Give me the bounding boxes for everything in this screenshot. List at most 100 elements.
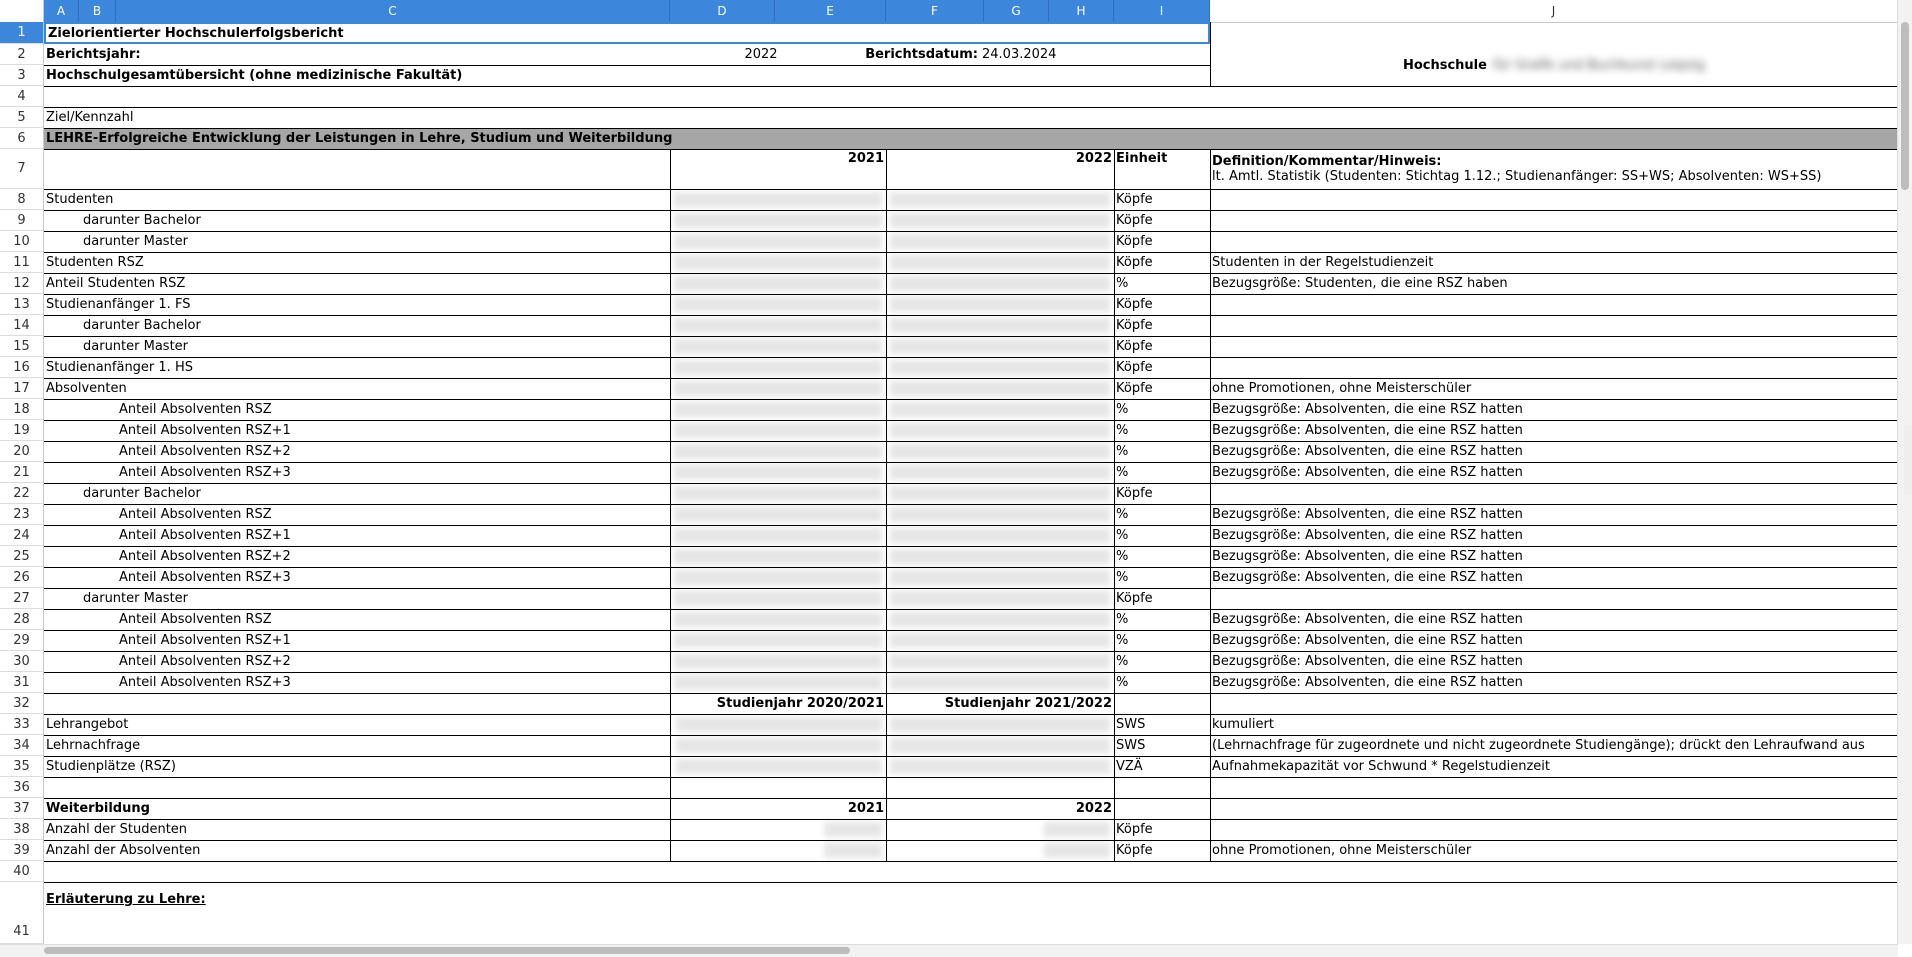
comment-cell[interactable]: Bezugsgröße: Absolventen, die eine RSZ h…: [1210, 609, 1898, 630]
comment-cell[interactable]: [1210, 210, 1898, 231]
row-label-cell[interactable]: Studienanfänger 1. HS: [44, 357, 670, 378]
year2-header-cell[interactable]: 2022: [886, 149, 1114, 189]
row-label-cell[interactable]: Anteil Absolventen RSZ+3: [44, 672, 670, 693]
row-header-35[interactable]: 35: [0, 756, 43, 777]
comment-cell[interactable]: [1210, 819, 1898, 840]
row-header-30[interactable]: 30: [0, 651, 43, 672]
redacted-value-2022[interactable]: [890, 339, 1110, 354]
year1-header-cell[interactable]: 2021: [670, 149, 886, 189]
redacted-value-2022[interactable]: [890, 486, 1110, 501]
redacted-value-2021[interactable]: [824, 822, 882, 837]
redacted-value-2021[interactable]: [674, 339, 882, 354]
redacted-value-2021[interactable]: [674, 276, 882, 291]
redacted-value-2021[interactable]: [674, 675, 882, 690]
report-title-cell[interactable]: Zielorientierter Hochschulerfolgsbericht: [44, 22, 1210, 44]
row-label-cell[interactable]: darunter Master: [44, 588, 670, 609]
row-label-cell[interactable]: Anteil Absolventen RSZ+3: [44, 567, 670, 588]
row-label-cell[interactable]: Anteil Absolventen RSZ+3: [44, 462, 670, 483]
row-header-27[interactable]: 27: [0, 588, 43, 609]
unit-cell[interactable]: %: [1114, 525, 1210, 546]
berichtsjahr-value-cell[interactable]: 2022: [670, 44, 852, 65]
row-label-cell[interactable]: Anteil Absolventen RSZ+2: [44, 441, 670, 462]
row-header-13[interactable]: 13: [0, 294, 43, 315]
redacted-value-2022[interactable]: [890, 738, 1110, 753]
select-all-corner[interactable]: [0, 0, 44, 22]
row-header-31[interactable]: 31: [0, 672, 43, 693]
redacted-value-2022[interactable]: [1044, 843, 1110, 858]
row-header-8[interactable]: 8: [0, 189, 43, 210]
redacted-value-2022[interactable]: [890, 717, 1110, 732]
row-label-cell[interactable]: Anteil Absolventen RSZ+1: [44, 420, 670, 441]
redacted-value-2022[interactable]: [890, 612, 1110, 627]
redacted-value-2022[interactable]: [890, 654, 1110, 669]
unit-header-cell[interactable]: Einheit: [1114, 149, 1210, 189]
redacted-value-2022[interactable]: [890, 276, 1110, 291]
subtitle-cell[interactable]: Hochschulgesamtübersicht (ohne medizinis…: [44, 65, 1210, 86]
redacted-value-2021[interactable]: [674, 528, 882, 543]
unit-cell[interactable]: %: [1114, 462, 1210, 483]
row-header-26[interactable]: 26: [0, 567, 43, 588]
row-header-20[interactable]: 20: [0, 441, 43, 462]
unit-cell[interactable]: VZÄ: [1114, 756, 1210, 777]
unit-cell[interactable]: Köpfe: [1114, 378, 1210, 399]
berichtsjahr-label-cell[interactable]: Berichtsjahr:: [44, 44, 670, 65]
row-label-cell[interactable]: darunter Master: [44, 231, 670, 252]
row-label-cell[interactable]: Absolventen: [44, 378, 670, 399]
unit-cell[interactable]: Köpfe: [1114, 294, 1210, 315]
row-header-4[interactable]: 4: [0, 86, 43, 107]
comment-cell[interactable]: [1210, 189, 1898, 210]
row-header-32[interactable]: 32: [0, 693, 43, 714]
column-header-e[interactable]: E: [775, 0, 886, 22]
row-header-5[interactable]: 5: [0, 107, 43, 128]
berichtsdatum-value-cell[interactable]: 24.03.2024: [980, 44, 1210, 65]
unit-cell[interactable]: Köpfe: [1114, 189, 1210, 210]
comment-cell[interactable]: ohne Promotionen, ohne Meisterschüler: [1210, 378, 1898, 399]
unit-cell[interactable]: Köpfe: [1114, 336, 1210, 357]
definition-header-cell[interactable]: Definition/Kommentar/Hinweis: lt. Amtl. S…: [1210, 149, 1898, 189]
redacted-value-2022[interactable]: [890, 318, 1110, 333]
redacted-value-2022[interactable]: [890, 381, 1110, 396]
redacted-value-2022[interactable]: [890, 528, 1110, 543]
row-header-39[interactable]: 39: [0, 840, 43, 861]
comment-cell[interactable]: Bezugsgröße: Absolventen, die eine RSZ h…: [1210, 462, 1898, 483]
column-header-i[interactable]: I: [1114, 0, 1210, 22]
comment-cell[interactable]: Bezugsgröße: Absolventen, die eine RSZ h…: [1210, 399, 1898, 420]
comment-cell[interactable]: Bezugsgröße: Absolventen, die eine RSZ h…: [1210, 525, 1898, 546]
comment-cell[interactable]: (Lehrnachfrage für zugeordnete und nicht…: [1210, 735, 1898, 756]
unit-cell[interactable]: %: [1114, 273, 1210, 294]
comment-cell[interactable]: Studenten in der Regelstudienzeit: [1210, 252, 1898, 273]
comment-cell[interactable]: Bezugsgröße: Absolventen, die eine RSZ h…: [1210, 567, 1898, 588]
redacted-value-2021[interactable]: [676, 738, 882, 753]
sheet-grid[interactable]: Zielorientierter Hochschulerfolgsbericht…: [44, 22, 1898, 944]
comment-cell[interactable]: kumuliert: [1210, 714, 1898, 735]
redacted-value-2021[interactable]: [676, 717, 882, 732]
horizontal-scroll-thumb[interactable]: [44, 947, 850, 954]
row-header-17[interactable]: 17: [0, 378, 43, 399]
unit-cell[interactable]: %: [1114, 672, 1210, 693]
unit-cell[interactable]: Köpfe: [1114, 210, 1210, 231]
row-header-19[interactable]: 19: [0, 420, 43, 441]
redacted-value-2022[interactable]: [890, 192, 1110, 207]
section-lehre-cell[interactable]: LEHRE-Erfolgreiche Entwicklung der Leist…: [44, 128, 1898, 149]
redacted-value-2021[interactable]: [674, 591, 882, 606]
redacted-value-2021[interactable]: [674, 486, 882, 501]
redacted-value-2021[interactable]: [674, 570, 882, 585]
unit-cell[interactable]: %: [1114, 630, 1210, 651]
redacted-value-2022[interactable]: [890, 759, 1110, 774]
weiterbildung-title-cell[interactable]: Weiterbildung: [44, 798, 670, 819]
redacted-value-2022[interactable]: [890, 465, 1110, 480]
row-header-3[interactable]: 3: [0, 65, 43, 86]
row-header-38[interactable]: 38: [0, 819, 43, 840]
redacted-value-2022[interactable]: [890, 234, 1110, 249]
unit-cell[interactable]: Köpfe: [1114, 231, 1210, 252]
column-header-b[interactable]: B: [79, 0, 116, 22]
row-header-23[interactable]: 23: [0, 504, 43, 525]
redacted-value-2022[interactable]: [890, 297, 1110, 312]
row-header-22[interactable]: 22: [0, 483, 43, 504]
row-header-24[interactable]: 24: [0, 525, 43, 546]
row-label-cell[interactable]: Lehrangebot: [44, 714, 670, 735]
redacted-value-2022[interactable]: [890, 507, 1110, 522]
redacted-value-2021[interactable]: [674, 234, 882, 249]
row-header-28[interactable]: 28: [0, 609, 43, 630]
redacted-value-2022[interactable]: [890, 255, 1110, 270]
